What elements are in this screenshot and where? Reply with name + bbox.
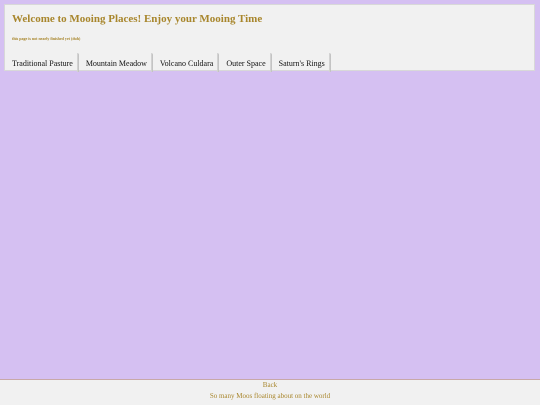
tab-mountain-meadow[interactable]: Mountain Meadow [79, 53, 154, 72]
page-title: Welcome to Mooing Places! Enjoy your Moo… [12, 13, 263, 25]
page-subtitle: this page is not nearly finished yet (du… [12, 36, 81, 41]
tab-volcano-culdara[interactable]: Volcano Culdara [153, 53, 220, 72]
footer-tagline: So many Moos floating about on the world [209, 392, 331, 400]
tab-outer-space[interactable]: Outer Space [219, 53, 272, 72]
footer: Back So many Moos floating about on the … [0, 379, 540, 405]
header-panel: Welcome to Mooing Places! Enjoy your Moo… [4, 4, 535, 72]
tab-bar: Traditional Pasture Mountain Meadow Volc… [5, 53, 331, 72]
tab-saturns-rings[interactable]: Saturn's Rings [272, 53, 331, 72]
tab-traditional-pasture[interactable]: Traditional Pasture [5, 53, 79, 72]
back-link[interactable]: Back [0, 381, 540, 389]
